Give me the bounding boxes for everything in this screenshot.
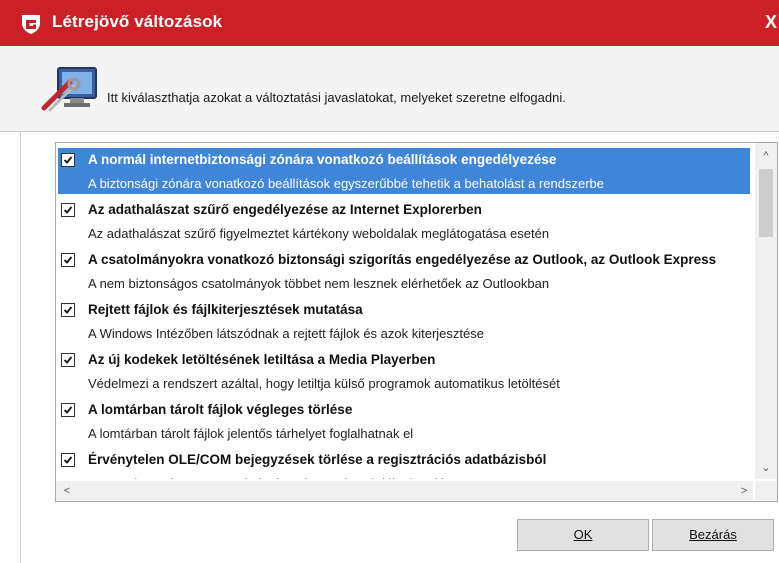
scrollbar-corner <box>755 481 777 501</box>
item-title: A csatolmányokra vonatkozó biztonsági sz… <box>88 252 717 267</box>
item-description: A nem biztonságos csatolmányok többet ne… <box>88 276 550 291</box>
ok-button-label: OK <box>573 527 593 542</box>
item-checkbox[interactable] <box>61 253 75 267</box>
close-window-button[interactable]: X <box>765 12 779 33</box>
dialog-header: Itt kiválaszthatja azokat a változtatási… <box>0 46 779 132</box>
horizontal-scrollbar[interactable]: < > <box>56 481 753 501</box>
gdata-shield-logo-icon <box>22 15 40 34</box>
title-bar: Létrejövő változások X <box>0 0 779 46</box>
checkmark-icon <box>63 306 73 314</box>
item-description: A lomtárban tárolt fájlok jelentős tárhe… <box>88 426 414 441</box>
scroll-down-icon[interactable]: ⌄ <box>755 459 777 477</box>
item-description: Az OLE/COM komponensek érvénytelen regis… <box>88 476 459 479</box>
item-checkbox[interactable] <box>61 153 75 167</box>
checkmark-icon <box>63 256 73 264</box>
list-item[interactable]: Az új kodekek letöltésének letiltása a M… <box>56 345 753 395</box>
item-title: Az új kodekek letöltésének letiltása a M… <box>88 352 436 367</box>
ok-button[interactable]: OK <box>517 519 649 551</box>
list-item[interactable]: A csatolmányokra vonatkozó biztonsági sz… <box>56 245 753 295</box>
changes-list[interactable]: A normál internetbiztonsági zónára vonat… <box>55 142 778 502</box>
item-title: A lomtárban tárolt fájlok végleges törlé… <box>88 402 353 417</box>
tools-monitor-icon <box>41 67 97 112</box>
close-button[interactable]: Bezárás <box>652 519 774 551</box>
item-description: A biztonsági zónára vonatkozó beállításo… <box>88 176 605 191</box>
item-checkbox[interactable] <box>61 353 75 367</box>
left-edge-divider <box>20 131 21 563</box>
item-description: Védelmezi a rendszert azáltal, hogy leti… <box>88 376 560 391</box>
list-item[interactable]: A normál internetbiztonsági zónára vonat… <box>56 145 753 195</box>
item-checkbox[interactable] <box>61 203 75 217</box>
checkmark-icon <box>63 356 73 364</box>
checkmark-icon <box>63 206 73 214</box>
checkmark-icon <box>63 406 73 414</box>
vertical-scroll-thumb[interactable] <box>759 169 773 237</box>
item-title: A normál internetbiztonsági zónára vonat… <box>88 152 557 167</box>
item-checkbox[interactable] <box>61 403 75 417</box>
header-description: Itt kiválaszthatja azokat a változtatási… <box>107 90 566 105</box>
scroll-right-icon[interactable]: > <box>735 481 753 501</box>
item-title: Érvénytelen OLE/COM bejegyzések törlése … <box>88 452 547 467</box>
scroll-left-icon[interactable]: < <box>58 481 76 501</box>
item-checkbox[interactable] <box>61 453 75 467</box>
list-item[interactable]: A lomtárban tárolt fájlok végleges törlé… <box>56 395 753 445</box>
list-item[interactable]: Rejtett fájlok és fájlkiterjesztések mut… <box>56 295 753 345</box>
checkmark-icon <box>63 456 73 464</box>
list-item[interactable]: Az adathalászat szűrő engedélyezése az I… <box>56 195 753 245</box>
window-title: Létrejövő változások <box>52 12 223 31</box>
item-title: Rejtett fájlok és fájlkiterjesztések mut… <box>88 302 363 317</box>
item-description: Az adathalászat szűrő figyelmeztet kárté… <box>88 226 550 241</box>
vertical-scrollbar[interactable]: ^ ⌄ <box>755 143 777 479</box>
list-item[interactable]: Érvénytelen OLE/COM bejegyzések törlése … <box>56 445 753 479</box>
item-description: A Windows Intézőben látszódnak a rejtett… <box>88 326 484 341</box>
item-checkbox[interactable] <box>61 303 75 317</box>
scroll-up-icon[interactable]: ^ <box>755 147 777 165</box>
item-title: Az adathalászat szűrő engedélyezése az I… <box>88 202 482 217</box>
changes-list-items: A normál internetbiztonsági zónára vonat… <box>56 143 753 479</box>
close-button-label: Bezárás <box>689 527 737 542</box>
checkmark-icon <box>63 156 73 164</box>
